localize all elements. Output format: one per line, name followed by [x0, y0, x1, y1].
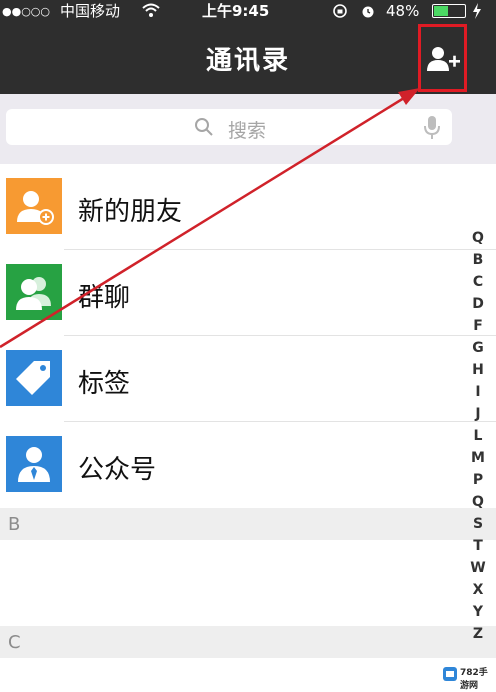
index-letter[interactable]: F: [462, 318, 494, 334]
index-letter[interactable]: P: [462, 472, 494, 488]
index-letter[interactable]: W: [462, 560, 494, 576]
menu-item-label: 群聊: [78, 283, 131, 313]
menu-item-tags[interactable]: 标签: [0, 336, 496, 422]
clock-time: 上午9:45: [202, 2, 270, 20]
index-letter[interactable]: Y: [462, 604, 494, 620]
search-area: 搜索: [0, 94, 496, 164]
battery-percent: 48%: [386, 2, 420, 20]
index-letter[interactable]: Q: [462, 494, 494, 510]
index-letter[interactable]: C: [462, 274, 494, 290]
menu-item-group-chats[interactable]: 群聊: [0, 250, 496, 336]
index-letter[interactable]: D: [462, 296, 494, 312]
menu-item-label: 新的朋友: [78, 197, 183, 227]
index-letter[interactable]: Z: [462, 626, 494, 642]
index-letter[interactable]: J: [462, 406, 494, 422]
section-header-c: C: [0, 626, 496, 658]
watermark-text: 782手游网: [460, 668, 488, 691]
microphone-icon[interactable]: [424, 115, 440, 141]
rotation-lock-icon: [333, 4, 347, 18]
menu-item-label: 标签: [78, 369, 131, 399]
index-letter[interactable]: H: [462, 362, 494, 378]
charging-icon: [473, 3, 481, 19]
menu-item-label: 公众号: [78, 455, 157, 485]
watermark-logo-icon: [443, 667, 457, 681]
battery-icon: [432, 4, 466, 18]
status-bar: ●●○○○ 中国移动 上午9:45 48%: [0, 0, 496, 22]
index-letter[interactable]: L: [462, 428, 494, 444]
index-letter[interactable]: M: [462, 450, 494, 466]
new-friends-icon: [6, 178, 62, 234]
alarm-icon: [362, 6, 374, 18]
search-icon: [195, 118, 213, 136]
official-account-icon: [6, 436, 62, 492]
add-contact-button[interactable]: [418, 24, 467, 92]
contact-row-placeholder[interactable]: [0, 540, 496, 626]
section-header-b: B: [0, 508, 496, 540]
index-letter[interactable]: I: [462, 384, 494, 400]
index-letter[interactable]: G: [462, 340, 494, 356]
index-letter[interactable]: X: [462, 582, 494, 598]
search-input[interactable]: 搜索: [6, 109, 452, 145]
add-contact-icon: [427, 47, 460, 71]
index-letter[interactable]: S: [462, 516, 494, 532]
battery-fill: [434, 6, 448, 16]
tag-icon: [6, 350, 62, 406]
wifi-icon: [142, 3, 160, 17]
menu-item-new-friends[interactable]: 新的朋友: [0, 164, 496, 250]
nav-bar: 通讯录: [0, 22, 496, 94]
signal-strength: ●●○○○: [2, 5, 50, 18]
search-placeholder: 搜索: [228, 120, 267, 142]
index-letter[interactable]: B: [462, 252, 494, 268]
index-letter-search[interactable]: Q: [462, 230, 494, 246]
menu-item-official-accounts[interactable]: 公众号: [0, 422, 496, 508]
carrier-name: 中国移动: [60, 2, 121, 20]
group-chat-icon: [6, 264, 62, 320]
watermark: 782手游网: [440, 662, 494, 691]
index-letter[interactable]: T: [462, 538, 494, 554]
